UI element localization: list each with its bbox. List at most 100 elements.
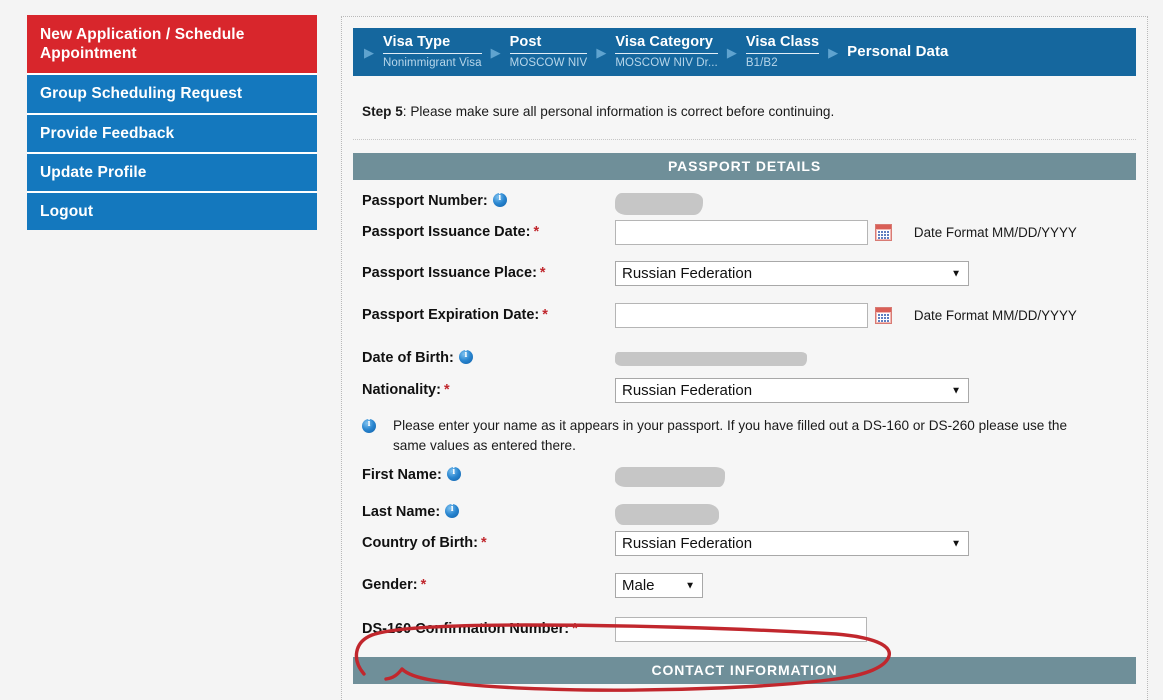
breadcrumb-step-post[interactable]: Post MOSCOW NIV xyxy=(509,35,590,69)
chevron-right-icon-3: ▶ xyxy=(596,44,607,60)
label-ds160-confirmation: DS-160 Confirmation Number: * xyxy=(353,617,615,638)
sidebar-item-new-application[interactable]: New Application / Schedule Appointment xyxy=(27,15,317,76)
label-last-name: Last Name: xyxy=(353,503,615,521)
sidebar-item-update-profile[interactable]: Update Profile xyxy=(27,153,317,194)
label-text: Passport Issuance Date: xyxy=(362,224,531,240)
ds160-confirmation-input[interactable] xyxy=(615,617,867,643)
value-passport-issuance-place: Russian Federation ▼ xyxy=(615,261,1136,286)
info-icon[interactable] xyxy=(458,349,473,364)
value-ds160-confirmation xyxy=(615,617,1136,643)
breadcrumb-step-title: Visa Type xyxy=(383,35,482,54)
label-text: Date of Birth: xyxy=(362,350,454,366)
breadcrumb-step-value: MOSCOW NIV Dr... xyxy=(615,56,718,69)
field-row-nationality: Nationality: * Russian Federation ▼ xyxy=(353,378,1136,403)
field-row-ds160-confirmation: DS-160 Confirmation Number: * xyxy=(353,617,1136,643)
info-icon[interactable] xyxy=(446,466,461,482)
label-text: First Name: xyxy=(362,467,442,484)
date-format-hint: Date Format MM/DD/YYYY xyxy=(913,308,1077,323)
selected-option: Male xyxy=(622,577,655,595)
breadcrumb-step-title: Visa Class xyxy=(745,35,820,54)
label-text: Nationality: xyxy=(362,382,441,398)
sidebar-item-group-scheduling-request[interactable]: Group Scheduling Request xyxy=(27,75,317,115)
info-icon[interactable] xyxy=(492,192,507,207)
breadcrumb-step-visa-type[interactable]: Visa Type Nonimmigrant Visa xyxy=(383,35,484,69)
country-of-birth-select[interactable]: Russian Federation ▼ xyxy=(615,531,969,557)
label-passport-expiration-date: Passport Expiration Date: * xyxy=(353,303,615,324)
selected-option: Russian Federation xyxy=(622,382,753,399)
gender-select[interactable]: Male ▼ xyxy=(615,573,703,599)
value-first-name xyxy=(615,467,1136,488)
label-gender: Gender: * xyxy=(353,573,615,594)
breadcrumb-step-visa-class[interactable]: Visa Class B1/B2 xyxy=(745,35,821,69)
calendar-icon[interactable] xyxy=(875,224,893,241)
redaction-mark xyxy=(615,467,725,488)
content-panel: ▶ Visa Type Nonimmigrant Visa ▶ Post MOS… xyxy=(341,16,1148,700)
nationality-select[interactable]: Russian Federation ▼ xyxy=(615,378,969,403)
breadcrumb-step-personal-data: Personal Data xyxy=(847,42,950,61)
redaction-mark xyxy=(615,193,703,215)
field-row-last-name: Last Name: xyxy=(353,503,1136,528)
passport-issuance-date-input[interactable] xyxy=(615,220,868,245)
field-row-passport-expiration-date: Passport Expiration Date: * Date Format M… xyxy=(353,303,1136,328)
passport-expiration-date-input[interactable] xyxy=(615,303,868,328)
label-text: Passport Issuance Place: xyxy=(362,265,537,281)
label-date-of-birth: Date of Birth: xyxy=(353,349,615,367)
step-label: Step 5 xyxy=(362,104,403,119)
section-header-contact-information: CONTACT INFORMATION xyxy=(353,657,1136,685)
name-notice: Please enter your name as it appears in … xyxy=(353,416,1136,455)
value-passport-expiration-date: Date Format MM/DD/YYYY xyxy=(615,303,1136,328)
date-format-hint: Date Format MM/DD/YYYY xyxy=(913,225,1077,240)
field-row-passport-number: Passport Number: xyxy=(353,192,1136,217)
value-nationality: Russian Federation ▼ xyxy=(615,378,1136,403)
required-marker: * xyxy=(572,621,578,638)
chevron-down-icon: ▼ xyxy=(951,268,961,279)
breadcrumb: ▶ Visa Type Nonimmigrant Visa ▶ Post MOS… xyxy=(353,28,1136,76)
chevron-down-icon: ▼ xyxy=(951,385,961,396)
chevron-right-icon-2: ▶ xyxy=(490,44,501,60)
name-notice-text: Please enter your name as it appears in … xyxy=(393,418,1068,453)
value-last-name xyxy=(615,504,1136,526)
value-passport-number xyxy=(615,193,1136,215)
label-text: Passport Number: xyxy=(362,193,488,209)
field-row-date-of-birth: Date of Birth: xyxy=(353,349,1136,374)
chevron-right-icon-5: ▶ xyxy=(828,44,839,60)
label-text: DS-160 Confirmation Number: xyxy=(362,621,570,638)
step-instruction: Step 5: Please make sure all personal in… xyxy=(353,76,1136,140)
info-icon[interactable] xyxy=(445,503,460,519)
value-date-of-birth xyxy=(615,350,1136,368)
passport-details-form: Passport Number: Passport Issuance Date:… xyxy=(353,192,1136,643)
field-row-first-name: First Name: xyxy=(353,466,1136,491)
required-marker: * xyxy=(420,577,427,594)
passport-issuance-place-select[interactable]: Russian Federation ▼ xyxy=(615,261,969,286)
value-passport-issuance-date: Date Format MM/DD/YYYY xyxy=(615,220,1136,245)
breadcrumb-step-title: Visa Category xyxy=(615,35,718,54)
field-row-gender: Gender: * Male ▼ xyxy=(353,573,1136,599)
breadcrumb-step-visa-category[interactable]: Visa Category MOSCOW NIV Dr... xyxy=(615,35,720,69)
value-country-of-birth: Russian Federation ▼ xyxy=(615,531,1136,557)
required-marker: * xyxy=(480,535,487,552)
breadcrumb-step-title: Post xyxy=(509,35,588,54)
label-passport-issuance-date: Passport Issuance Date: * xyxy=(353,220,615,241)
page-root: New Application / Schedule Appointment G… xyxy=(0,0,1163,700)
breadcrumb-step-title: Personal Data xyxy=(847,42,949,60)
chevron-right-icon-4: ▶ xyxy=(726,44,737,60)
sidebar-item-provide-feedback[interactable]: Provide Feedback xyxy=(27,114,317,154)
chevron-down-icon: ▼ xyxy=(951,538,961,550)
label-passport-issuance-place: Passport Issuance Place: * xyxy=(353,261,615,282)
required-marker: * xyxy=(542,307,548,323)
field-row-passport-issuance-date: Passport Issuance Date: * Date Format MM/… xyxy=(353,220,1136,245)
redaction-mark xyxy=(615,504,719,526)
label-text: Gender: xyxy=(362,577,418,594)
label-country-of-birth: Country of Birth: * xyxy=(353,531,615,552)
sidebar-item-logout[interactable]: Logout xyxy=(27,193,317,231)
chevron-down-icon: ▼ xyxy=(685,580,695,592)
breadcrumb-step-value: B1/B2 xyxy=(745,56,778,69)
label-text: Country of Birth: xyxy=(362,535,478,552)
required-marker: * xyxy=(533,224,540,240)
redaction-mark xyxy=(615,351,807,366)
required-marker: * xyxy=(539,265,546,281)
calendar-icon[interactable] xyxy=(875,307,893,324)
required-marker: * xyxy=(443,382,450,398)
label-nationality: Nationality: * xyxy=(353,378,615,399)
field-row-passport-issuance-place: Passport Issuance Place: * Russian Federa… xyxy=(353,261,1136,286)
